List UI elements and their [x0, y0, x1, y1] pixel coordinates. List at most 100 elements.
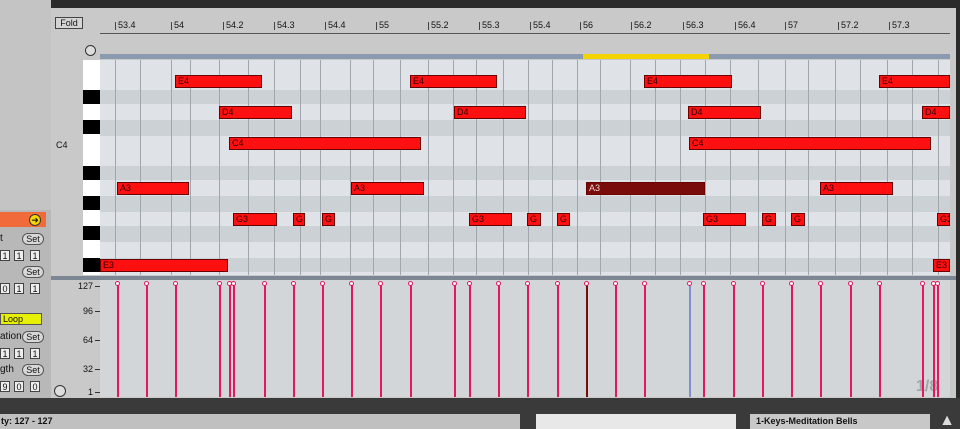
- velocity-handle[interactable]: [452, 281, 457, 286]
- position-set-button[interactable]: Set: [22, 331, 44, 343]
- velocity-bar[interactable]: [644, 284, 646, 397]
- velocity-bar[interactable]: [762, 284, 764, 397]
- midi-note[interactable]: D4: [219, 106, 292, 119]
- fold-button[interactable]: Fold: [55, 17, 83, 29]
- velocity-bar[interactable]: [689, 284, 691, 397]
- velocity-bar[interactable]: [454, 284, 456, 397]
- velocity-handle[interactable]: [231, 281, 236, 286]
- start-beat[interactable]: 1: [14, 250, 24, 261]
- velocity-bar[interactable]: [615, 284, 617, 397]
- play-icon[interactable]: [54, 385, 66, 397]
- velocity-handle[interactable]: [467, 281, 472, 286]
- velocity-handle[interactable]: [731, 281, 736, 286]
- start-sixteenth[interactable]: 1: [30, 250, 40, 261]
- velocity-bar[interactable]: [733, 284, 735, 397]
- velocity-handle[interactable]: [760, 281, 765, 286]
- velocity-handle[interactable]: [115, 281, 120, 286]
- midi-note[interactable]: G: [791, 213, 805, 226]
- midi-note[interactable]: E4: [410, 75, 497, 88]
- loop-brace[interactable]: [583, 54, 709, 59]
- velocity-handle[interactable]: [144, 281, 149, 286]
- velocity-handle[interactable]: [877, 281, 882, 286]
- velocity-handle[interactable]: [262, 281, 267, 286]
- position-bar[interactable]: 1: [0, 348, 10, 359]
- velocity-handle[interactable]: [687, 281, 692, 286]
- position-beat[interactable]: 1: [14, 348, 24, 359]
- velocity-handle[interactable]: [920, 281, 925, 286]
- velocity-handle[interactable]: [613, 281, 618, 286]
- triangle-icon[interactable]: ▲: [937, 412, 957, 429]
- velocity-handle[interactable]: [378, 281, 383, 286]
- headphone-icon[interactable]: [85, 45, 96, 56]
- velocity-bar[interactable]: [219, 284, 221, 397]
- velocity-handle[interactable]: [496, 281, 501, 286]
- position-sixteenth[interactable]: 1: [30, 348, 40, 359]
- velocity-bar[interactable]: [557, 284, 559, 397]
- midi-note[interactable]: C4: [229, 137, 421, 150]
- velocity-bar[interactable]: [922, 284, 924, 397]
- piano-keyboard[interactable]: [83, 60, 100, 275]
- velocity-handle[interactable]: [555, 281, 560, 286]
- midi-note[interactable]: E3: [100, 259, 228, 272]
- black-key[interactable]: [83, 196, 100, 210]
- midi-note[interactable]: A3: [351, 182, 424, 195]
- midi-note[interactable]: A3: [117, 182, 189, 195]
- midi-note[interactable]: E4: [175, 75, 262, 88]
- midi-note[interactable]: E4: [879, 75, 950, 88]
- velocity-bar[interactable]: [264, 284, 266, 397]
- midi-note[interactable]: G3: [937, 213, 950, 226]
- velocity-bar[interactable]: [322, 284, 324, 397]
- length-set-button[interactable]: Set: [22, 364, 44, 376]
- velocity-bar[interactable]: [703, 284, 705, 397]
- black-key[interactable]: [83, 258, 100, 272]
- midi-note[interactable]: G3: [469, 213, 512, 226]
- velocity-handle[interactable]: [584, 281, 589, 286]
- midi-note[interactable]: G: [762, 213, 776, 226]
- black-key[interactable]: [83, 226, 100, 240]
- end-sixteenth[interactable]: 1: [30, 283, 40, 294]
- length-bar[interactable]: 9: [0, 381, 10, 392]
- midi-note[interactable]: E3: [933, 259, 950, 272]
- velocity-handle[interactable]: [818, 281, 823, 286]
- velocity-bar[interactable]: [820, 284, 822, 397]
- start-set-button[interactable]: Set: [22, 233, 44, 245]
- midi-note[interactable]: A3: [820, 182, 893, 195]
- note-grid[interactable]: [100, 60, 950, 275]
- velocity-handle[interactable]: [217, 281, 222, 286]
- velocity-handle[interactable]: [789, 281, 794, 286]
- black-key[interactable]: [83, 166, 100, 180]
- velocity-bar[interactable]: [380, 284, 382, 397]
- loop-bar[interactable]: [100, 54, 950, 59]
- velocity-bar[interactable]: [229, 284, 231, 397]
- velocity-bar[interactable]: [351, 284, 353, 397]
- end-bar[interactable]: 0: [0, 283, 10, 294]
- length-sixteenth[interactable]: 0: [30, 381, 40, 392]
- velocity-bar[interactable]: [175, 284, 177, 397]
- midi-note[interactable]: A3: [586, 182, 705, 195]
- velocity-handle[interactable]: [408, 281, 413, 286]
- midi-note[interactable]: D4: [688, 106, 761, 119]
- midi-note[interactable]: G: [557, 213, 570, 226]
- midi-note[interactable]: G: [293, 213, 305, 226]
- velocity-handle[interactable]: [291, 281, 296, 286]
- velocity-bar[interactable]: [498, 284, 500, 397]
- midi-note[interactable]: G3: [233, 213, 277, 226]
- velocity-handle[interactable]: [935, 281, 940, 286]
- velocity-bar[interactable]: [791, 284, 793, 397]
- arrow-right-icon[interactable]: ➜: [29, 214, 41, 226]
- midi-note[interactable]: E4: [644, 75, 732, 88]
- midi-note[interactable]: D4: [454, 106, 526, 119]
- velocity-bar[interactable]: [410, 284, 412, 397]
- end-set-button[interactable]: Set: [22, 266, 44, 278]
- velocity-bar[interactable]: [933, 284, 935, 397]
- velocity-bar[interactable]: [850, 284, 852, 397]
- midi-note[interactable]: C4: [689, 137, 931, 150]
- velocity-bar[interactable]: [293, 284, 295, 397]
- velocity-bar[interactable]: [527, 284, 529, 397]
- velocity-bar[interactable]: [469, 284, 471, 397]
- velocity-lane[interactable]: [100, 280, 950, 397]
- black-key[interactable]: [83, 120, 100, 134]
- velocity-handle[interactable]: [349, 281, 354, 286]
- velocity-bar[interactable]: [937, 284, 939, 397]
- start-bar[interactable]: 1: [0, 250, 10, 261]
